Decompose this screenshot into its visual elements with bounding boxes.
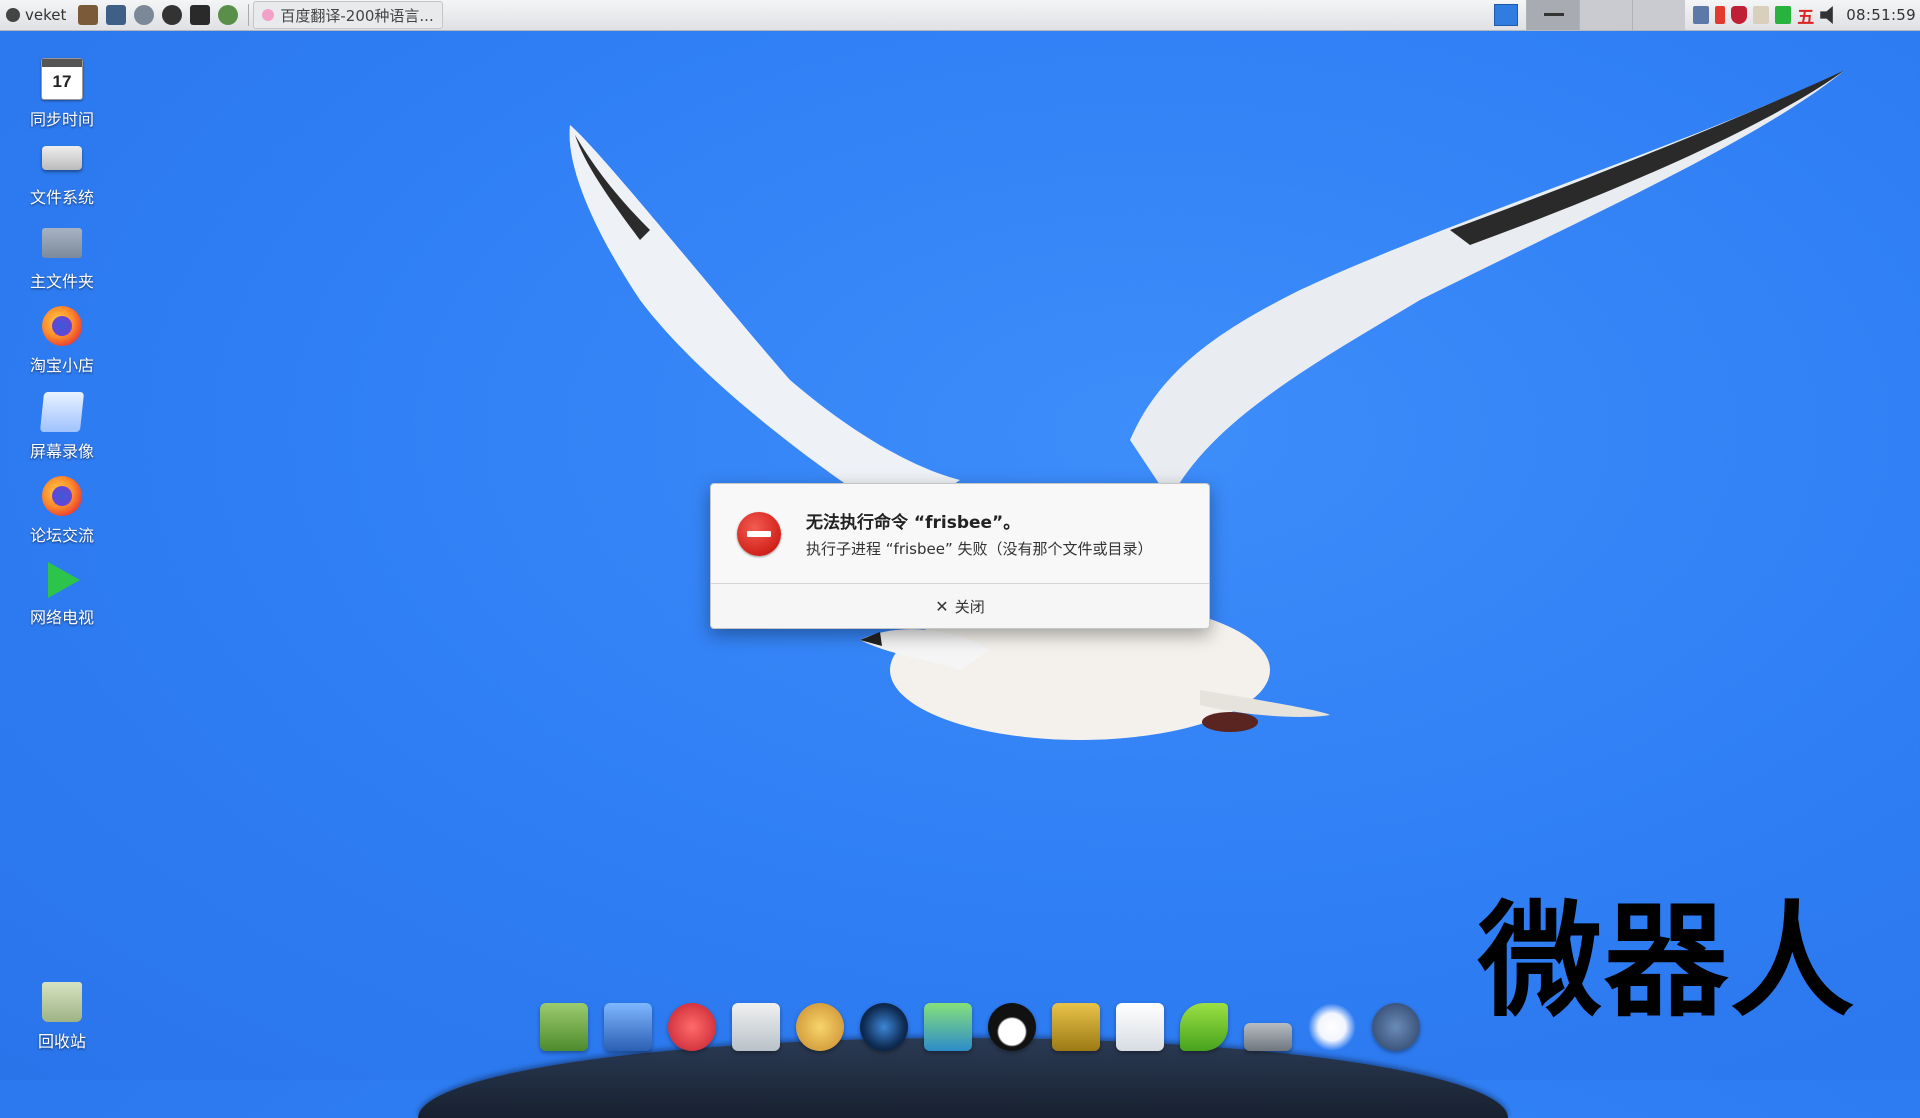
dock — [540, 1003, 1420, 1051]
editor-icon[interactable] — [732, 1003, 780, 1051]
brightness-icon[interactable] — [1308, 1003, 1356, 1051]
pet-icon[interactable] — [668, 1003, 716, 1051]
close-button-label: 关闭 — [954, 597, 985, 616]
dialog-message: 执行子进程 “frisbee” 失败（没有那个文件或目录） — [806, 540, 1153, 558]
dialog-title: 无法执行命令 “frisbee”。 — [806, 513, 1021, 533]
qq-icon[interactable] — [988, 1003, 1036, 1051]
monitor-icon[interactable] — [604, 1003, 652, 1051]
globe-icon[interactable] — [1372, 1003, 1420, 1051]
close-button[interactable]: ✕ 关闭 — [711, 583, 1209, 628]
book-icon[interactable] — [1052, 1003, 1100, 1051]
close-icon: ✕ — [935, 596, 949, 616]
watermark-text: 微器人 — [1478, 890, 1857, 1034]
media-icon[interactable] — [860, 1003, 908, 1051]
network-users-icon[interactable] — [924, 1003, 972, 1051]
file-manager-icon[interactable] — [540, 1003, 588, 1051]
paint-palette-icon[interactable] — [796, 1003, 844, 1051]
help-icon[interactable] — [1180, 1003, 1228, 1051]
drive-icon[interactable] — [1244, 1023, 1292, 1051]
error-icon — [737, 512, 781, 556]
error-dialog: 无法执行命令 “frisbee”。 执行子进程 “frisbee” 失败（没有那… — [710, 483, 1210, 629]
chart-icon[interactable] — [1116, 1003, 1164, 1051]
